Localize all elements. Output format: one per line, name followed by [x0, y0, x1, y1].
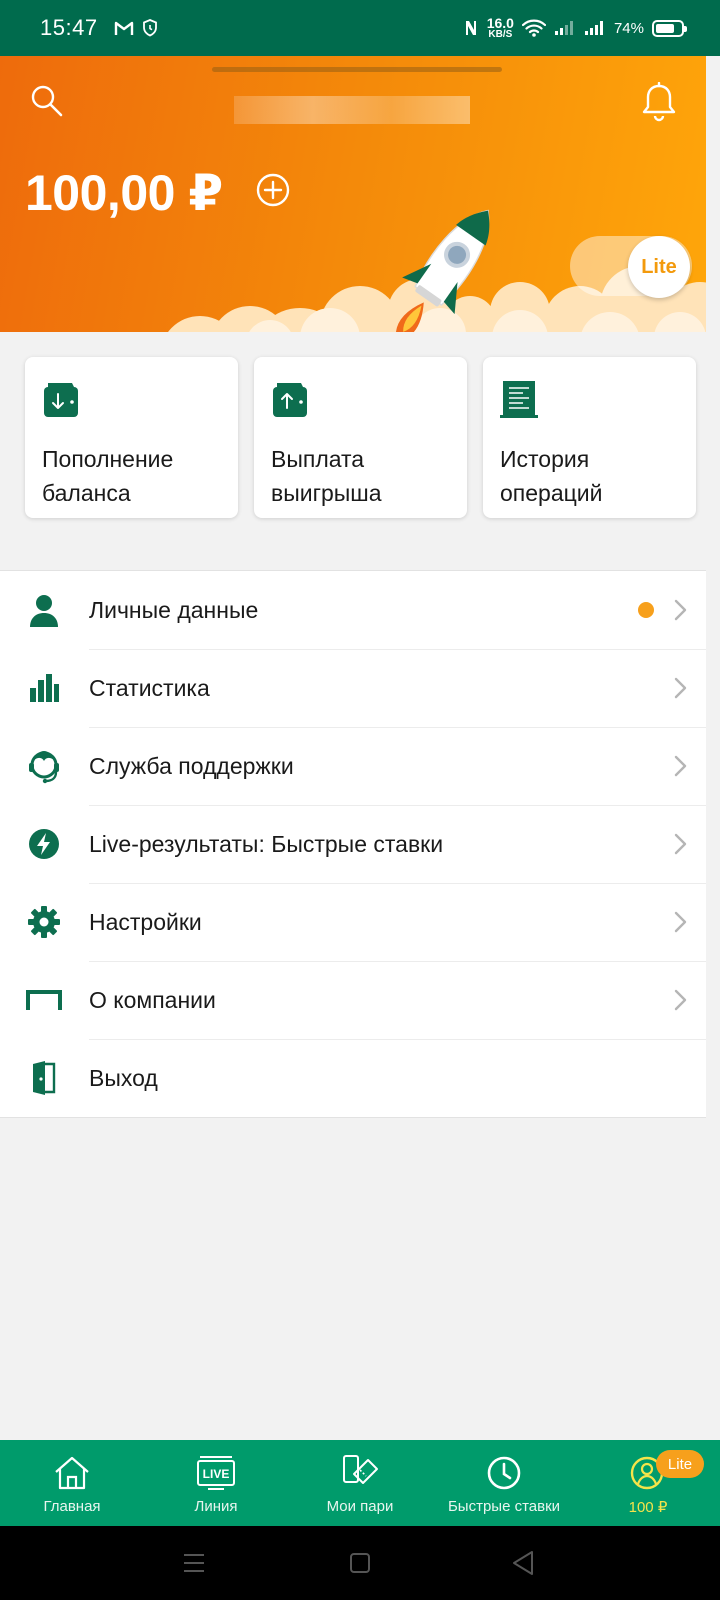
chevron-right-icon [674, 599, 687, 621]
battery-level [656, 23, 674, 33]
menu-label: О компании [89, 986, 216, 1013]
home-icon [55, 1456, 89, 1490]
menu-label: Live-результаты: Быстрые ставки [89, 830, 444, 857]
notification-dot [638, 602, 654, 618]
menu-item-live-results[interactable]: Live-результаты: Быстрые ставки [0, 805, 706, 883]
status-bar: 15:47 16.0 KB/S 74% [0, 0, 720, 56]
exit-door-icon [33, 1061, 56, 1095]
receipt-icon [500, 381, 538, 418]
net-speed-unit: KB/S [488, 29, 513, 40]
nav-label: Мои пари [326, 1498, 394, 1515]
wallet-deposit-icon [44, 383, 78, 417]
nav-item-line[interactable]: LIVE Линия [144, 1440, 288, 1526]
menu-label: Настройки [89, 908, 202, 935]
menu-item-support[interactable]: Служба поддержки [0, 727, 706, 805]
menu-item-statistics[interactable]: Статистика [0, 649, 706, 727]
gmail-icon [114, 21, 133, 35]
chevron-right-icon [674, 833, 687, 855]
lite-toggle-knob[interactable]: Lite [628, 236, 690, 298]
chevron-right-icon [674, 677, 687, 699]
nav-label: Линия [194, 1498, 238, 1515]
history-card[interactable]: История операций [483, 357, 696, 518]
signal-icon [554, 21, 573, 35]
live-tv-icon: LIVE [197, 1456, 235, 1490]
menu-item-personal-data[interactable]: Личные данные [0, 571, 706, 649]
lite-badge: Lite [656, 1450, 704, 1478]
history-label: История операций [500, 446, 603, 506]
goal-icon [26, 990, 62, 1010]
sheet-handle[interactable] [212, 67, 502, 72]
shield-clock-icon [142, 19, 157, 37]
ticket-icon [343, 1455, 378, 1484]
bell-icon[interactable] [640, 82, 678, 122]
wifi-icon [521, 19, 546, 37]
status-time: 15:47 [40, 15, 98, 40]
search-icon[interactable] [30, 84, 64, 118]
bottom-navigation: Главная LIVE Линия Мои пари Быстрые став… [0, 1440, 720, 1526]
chevron-right-icon [674, 989, 687, 1011]
battery-icon [652, 19, 687, 37]
account-header: 100,00 ₽ Lite [0, 56, 706, 332]
nfc-icon [465, 21, 476, 35]
gear-icon [28, 906, 60, 938]
person-icon [30, 595, 58, 627]
add-funds-icon[interactable] [256, 173, 290, 207]
balance-amount: 100,00 ₽ [25, 165, 223, 221]
nav-label: Быстрые ставки [447, 1498, 561, 1515]
back-icon[interactable] [510, 1550, 536, 1576]
menu-item-about[interactable]: О компании [0, 961, 706, 1039]
home-button-icon[interactable] [349, 1550, 371, 1576]
chevron-right-icon [674, 911, 687, 933]
battery-percent: 74% [613, 19, 644, 37]
menu-label: Выход [89, 1064, 158, 1091]
menu-label: Служба поддержки [89, 752, 294, 779]
network-speed: 16.0 KB/S [487, 16, 514, 40]
menu-label: Статистика [89, 674, 210, 701]
nav-item-profile[interactable]: 100 ₽ Lite [576, 1440, 720, 1526]
chevron-right-icon [674, 755, 687, 777]
menu-icon[interactable] [182, 1550, 206, 1576]
profile-menu: Личные данные Статистика Служба поддержк… [0, 570, 706, 1118]
withdraw-label: Выплата выигрыша [271, 446, 382, 506]
headset-icon [29, 751, 59, 784]
deposit-card[interactable]: Пополнение баланса [25, 357, 238, 518]
quick-actions: Пополнение баланса Выплата выигрыша Истори… [25, 357, 696, 518]
masked-user-name [234, 96, 470, 124]
clock-icon [487, 1456, 521, 1490]
nav-item-quick-bets[interactable]: Быстрые ставки [432, 1440, 576, 1526]
menu-item-settings[interactable]: Настройки [0, 883, 706, 961]
bar-chart-icon [30, 674, 59, 702]
menu-item-logout[interactable]: Выход [0, 1039, 706, 1117]
signal-icon [584, 21, 603, 35]
system-navigation-bar [0, 1526, 720, 1600]
nav-label-balance: 100 ₽ [628, 1499, 668, 1516]
nav-item-my-bets[interactable]: Мои пари [288, 1440, 432, 1526]
menu-label: Личные данные [89, 596, 259, 623]
lightning-icon [29, 829, 59, 859]
net-speed-value: 16.0 [486, 15, 514, 31]
wallet-withdraw-icon [273, 383, 307, 417]
deposit-label: Пополнение баланса [42, 446, 174, 506]
nav-item-home[interactable]: Главная [0, 1440, 144, 1526]
live-icon-text: LIVE [203, 1467, 230, 1481]
nav-label: Главная [43, 1498, 101, 1515]
withdraw-card[interactable]: Выплата выигрыша [254, 357, 467, 518]
